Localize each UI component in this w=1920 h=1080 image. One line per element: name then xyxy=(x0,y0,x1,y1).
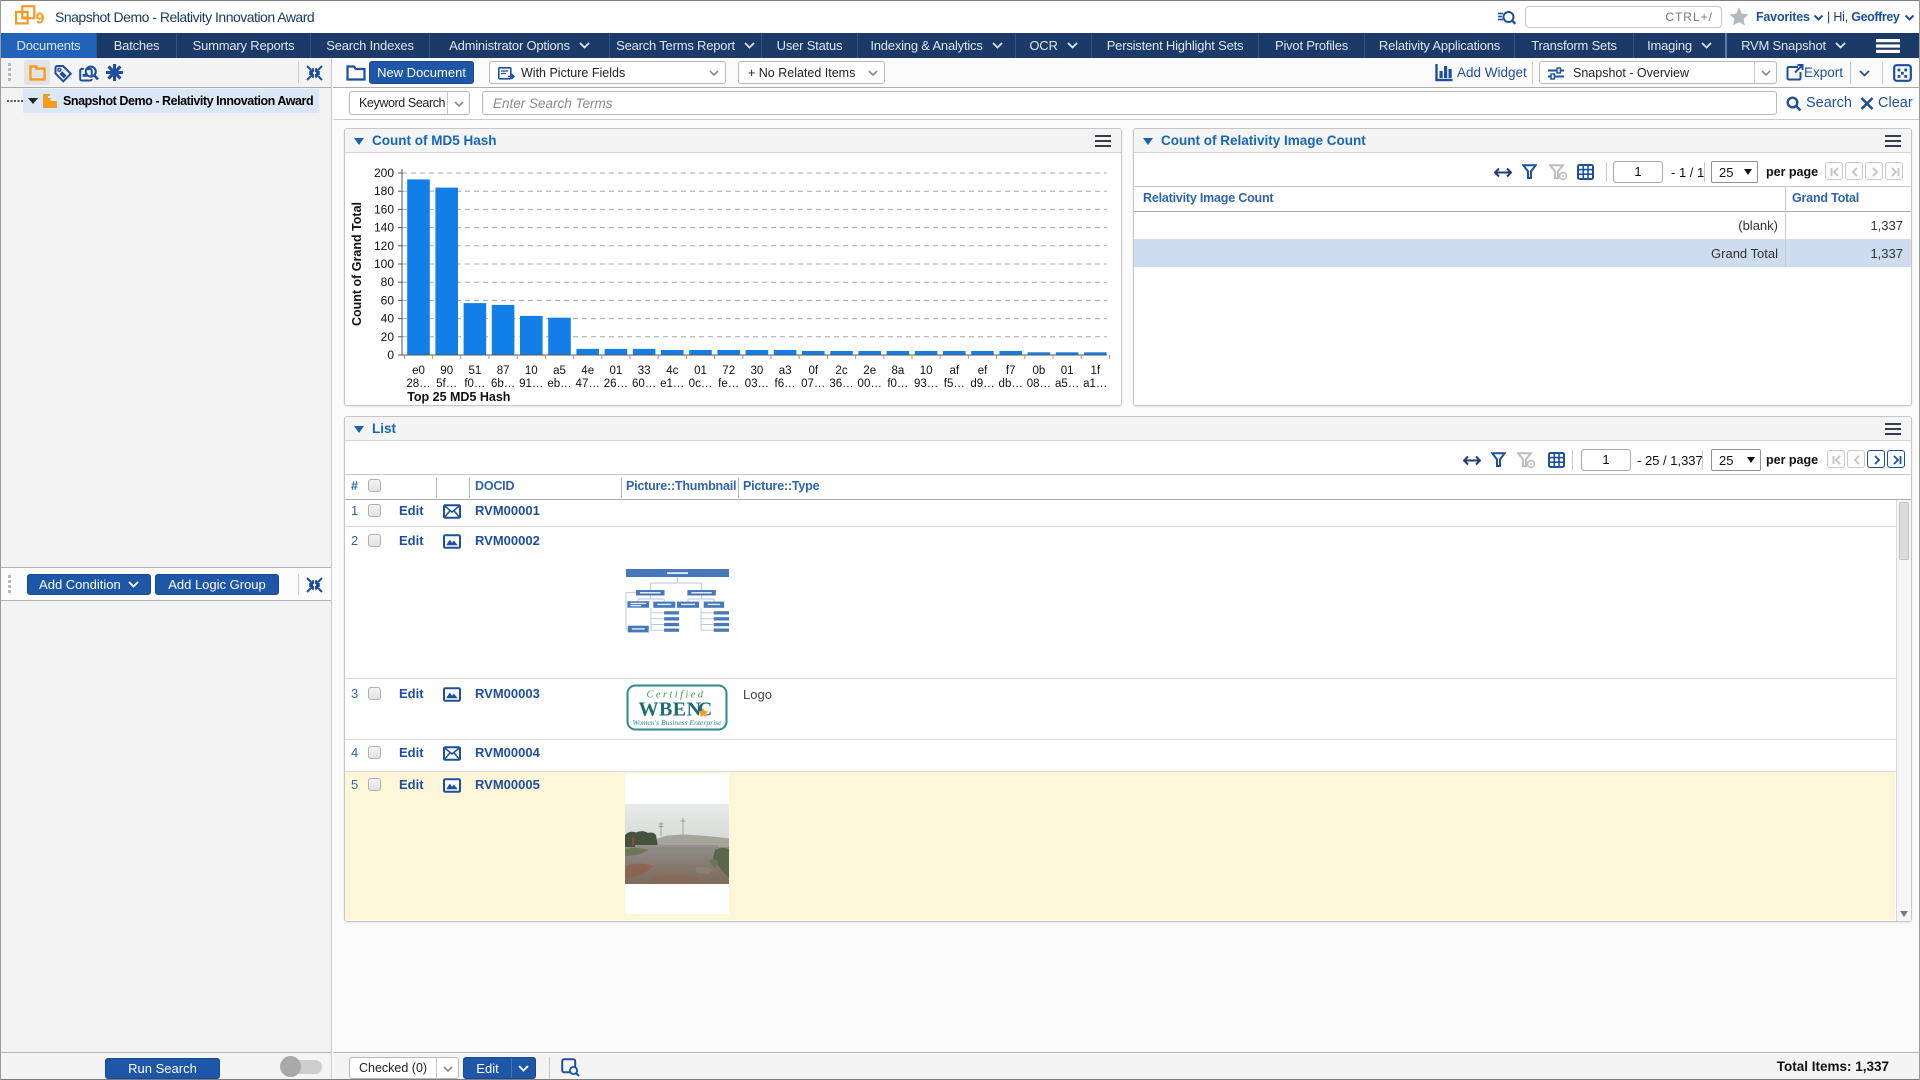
svg-text:30: 30 xyxy=(751,365,764,377)
svg-text:93…: 93… xyxy=(914,378,938,390)
svg-text:01: 01 xyxy=(694,365,707,377)
svg-text:51: 51 xyxy=(469,365,482,377)
svg-text:e0: e0 xyxy=(412,365,425,377)
svg-text:160: 160 xyxy=(374,202,394,216)
svg-text:Count of Grand Total: Count of Grand Total xyxy=(350,202,364,326)
svg-text:ef: ef xyxy=(978,365,988,377)
svg-text:0: 0 xyxy=(387,348,394,362)
svg-text:f0…: f0… xyxy=(464,378,485,390)
svg-text:47…: 47… xyxy=(576,378,600,390)
svg-text:03…: 03… xyxy=(745,378,769,390)
svg-text:f7: f7 xyxy=(1006,365,1016,377)
svg-text:a5…: a5… xyxy=(1055,378,1079,390)
svg-text:01: 01 xyxy=(1061,365,1074,377)
svg-text:f0…: f0… xyxy=(887,378,908,390)
svg-text:20: 20 xyxy=(381,330,395,344)
svg-text:0b: 0b xyxy=(1033,365,1046,377)
svg-text:f5…: f5… xyxy=(944,378,965,390)
svg-text:6b…: 6b… xyxy=(491,378,515,390)
svg-text:db…: db… xyxy=(999,378,1023,390)
svg-text:fe…: fe… xyxy=(718,378,739,390)
svg-text:80: 80 xyxy=(381,275,395,289)
svg-text:00…: 00… xyxy=(858,378,882,390)
svg-text:a1…: a1… xyxy=(1083,378,1107,390)
svg-text:4e: 4e xyxy=(581,365,594,377)
svg-text:01: 01 xyxy=(610,365,623,377)
svg-text:af: af xyxy=(950,365,960,377)
svg-text:07…: 07… xyxy=(801,378,825,390)
svg-text:a5: a5 xyxy=(553,365,566,377)
svg-text:5f…: 5f… xyxy=(436,378,457,390)
svg-text:08…: 08… xyxy=(1027,378,1051,390)
svg-text:180: 180 xyxy=(374,184,394,198)
svg-text:d9…: d9… xyxy=(970,378,994,390)
svg-text:2c: 2c xyxy=(835,365,847,377)
svg-text:87: 87 xyxy=(497,365,510,377)
svg-text:36…: 36… xyxy=(829,378,853,390)
svg-text:72: 72 xyxy=(722,365,735,377)
svg-text:4c: 4c xyxy=(666,365,678,377)
svg-text:8a: 8a xyxy=(892,365,905,377)
svg-text:40: 40 xyxy=(381,312,395,326)
svg-text:10: 10 xyxy=(920,365,933,377)
svg-text:10: 10 xyxy=(525,365,538,377)
svg-text:120: 120 xyxy=(374,239,394,253)
svg-text:26…: 26… xyxy=(604,378,628,390)
svg-text:33: 33 xyxy=(638,365,651,377)
svg-text:28…: 28… xyxy=(406,378,430,390)
svg-text:9: 9 xyxy=(36,11,45,28)
svg-text:90: 90 xyxy=(440,365,453,377)
svg-text:100: 100 xyxy=(374,257,394,271)
svg-text:60: 60 xyxy=(381,293,395,307)
svg-text:140: 140 xyxy=(374,221,394,235)
svg-text:0f: 0f xyxy=(809,365,819,377)
svg-text:200: 200 xyxy=(374,166,394,180)
svg-text:e1…: e1… xyxy=(660,378,684,390)
svg-text:f6…: f6… xyxy=(775,378,796,390)
svg-text:a3: a3 xyxy=(779,365,792,377)
svg-text:0c…: 0c… xyxy=(689,378,713,390)
svg-text:Top 25 MD5 Hash: Top 25 MD5 Hash xyxy=(407,390,510,404)
svg-text:1f: 1f xyxy=(1091,365,1101,377)
svg-text:eb…: eb… xyxy=(547,378,571,390)
svg-text:91…: 91… xyxy=(519,378,543,390)
svg-text:2e: 2e xyxy=(863,365,876,377)
svg-text:Women's Business Enterprise: Women's Business Enterprise xyxy=(632,718,722,727)
svg-text:60…: 60… xyxy=(632,378,656,390)
